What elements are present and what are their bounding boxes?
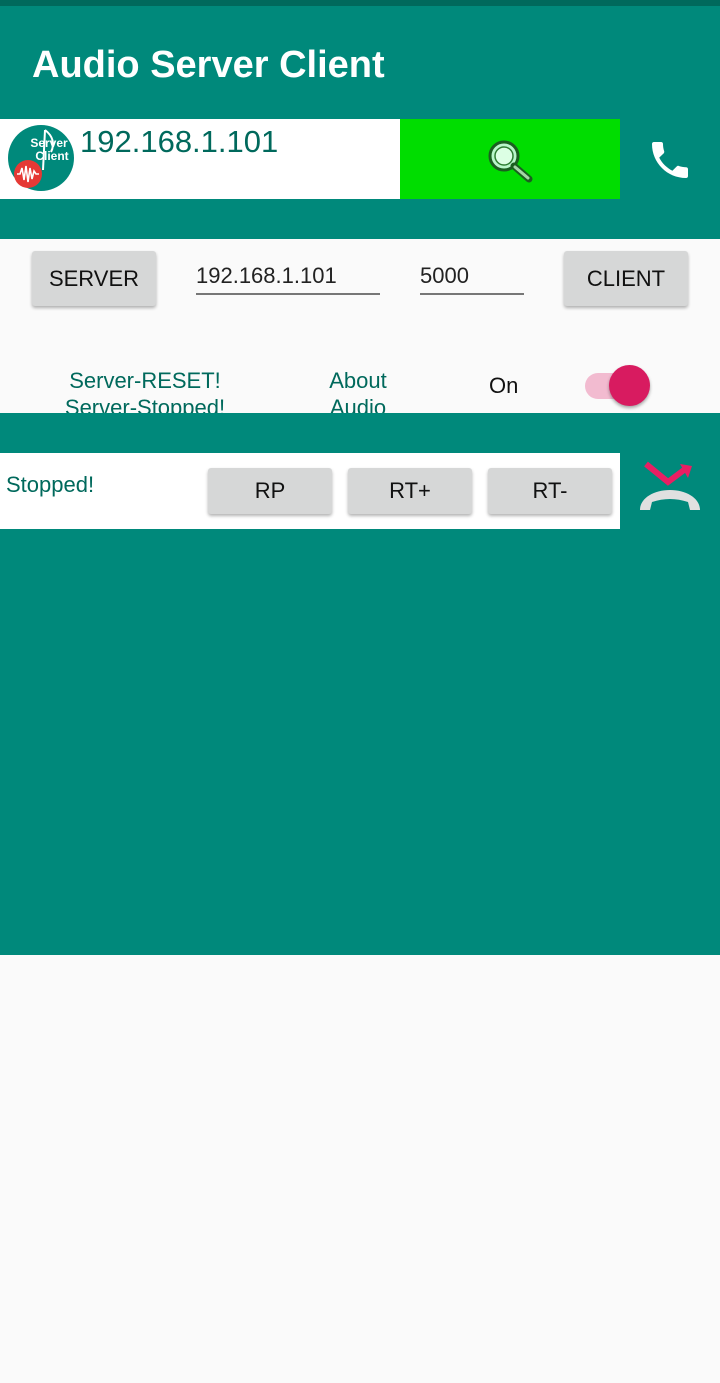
switch-label: On: [489, 373, 519, 398]
ip-display: 192.168.1.101: [80, 124, 279, 159]
app-title: Audio Server Client: [32, 44, 385, 86]
call-button[interactable]: [620, 119, 720, 199]
rt-plus-button[interactable]: RT+: [348, 468, 472, 514]
app-bar: Audio Server Client: [0, 6, 720, 119]
server-status-line2: Server-Stopped!: [64, 395, 226, 413]
port-input[interactable]: 5000: [420, 263, 524, 295]
client-button[interactable]: CLIENT: [564, 251, 688, 306]
divider-band-2: [0, 413, 720, 453]
server-button[interactable]: SERVER: [32, 251, 156, 306]
playback-status: Stopped!: [6, 472, 95, 497]
about-line2: Audio: [329, 395, 387, 413]
magnifier-icon: [488, 140, 533, 183]
control-panel: SERVER 192.168.1.101 5000 CLIENT Server-…: [0, 239, 720, 413]
about-line1: About: [329, 368, 387, 393]
ip-address-input[interactable]: 192.168.1.101: [196, 263, 380, 295]
hangup-button[interactable]: [634, 458, 706, 522]
server-status: Server-RESET! Server-Stopped!: [50, 367, 240, 413]
app-logo: Server Client: [7, 124, 75, 192]
logo-text-server: Server: [30, 136, 68, 150]
rt-minus-button[interactable]: RT-: [488, 468, 612, 514]
main-content-area: [0, 529, 720, 955]
search-button[interactable]: [400, 119, 620, 199]
toggle-switch-thumb[interactable]: [609, 365, 650, 406]
divider-band: [0, 199, 720, 239]
rp-button[interactable]: RP: [208, 468, 332, 514]
logo-text-client: Client: [35, 149, 68, 163]
phone-icon: [652, 142, 688, 178]
hangup-icon: [640, 461, 700, 510]
about-audio-link[interactable]: About Audio: [308, 367, 408, 413]
server-status-line1: Server-RESET!: [69, 368, 221, 393]
